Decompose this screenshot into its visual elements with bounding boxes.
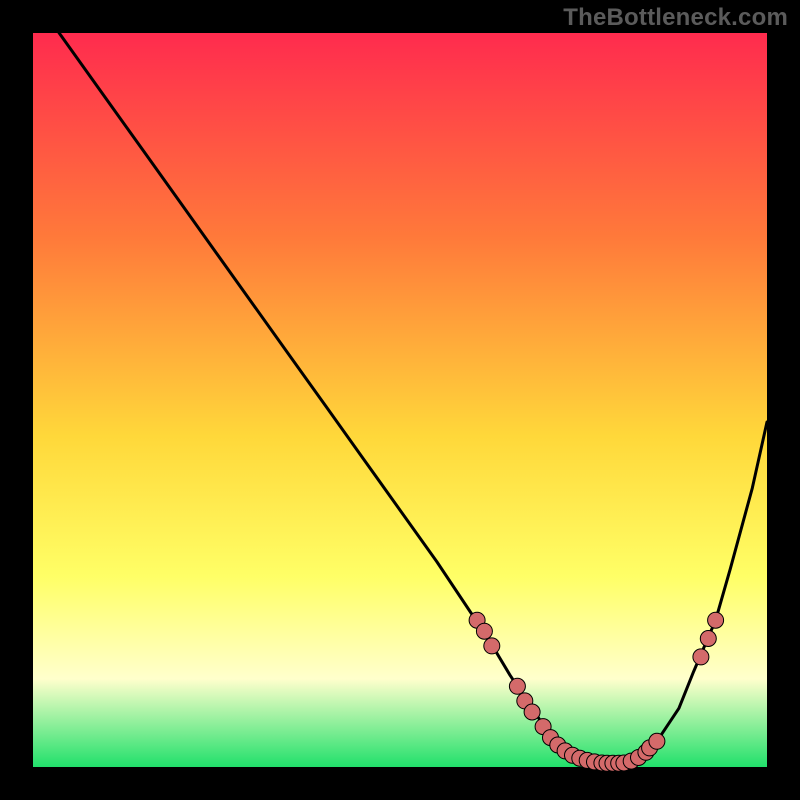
data-point	[476, 623, 492, 639]
chart-stage: TheBottleneck.com	[0, 0, 800, 800]
plot-background	[33, 33, 767, 767]
data-point	[649, 733, 665, 749]
data-point	[693, 649, 709, 665]
watermark-text: TheBottleneck.com	[563, 4, 788, 32]
data-point	[484, 638, 500, 654]
data-point	[524, 704, 540, 720]
data-point	[700, 631, 716, 647]
data-point	[509, 678, 525, 694]
data-point	[708, 612, 724, 628]
chart-svg	[0, 0, 800, 800]
